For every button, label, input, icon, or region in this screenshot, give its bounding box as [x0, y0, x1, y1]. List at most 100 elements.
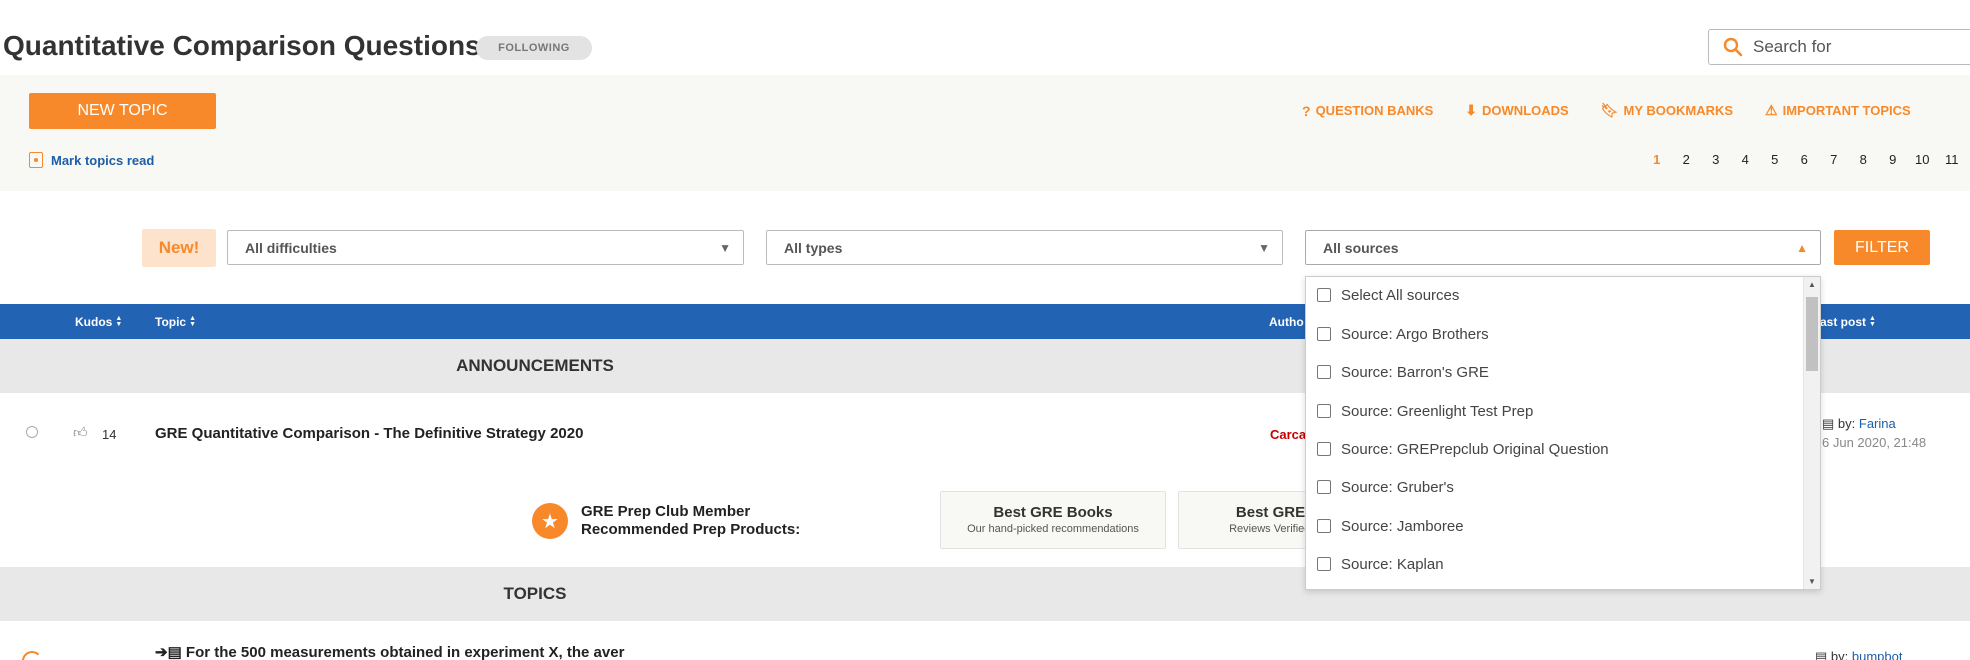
table-row: ➔▤ For the 500 measurements obtained in …	[0, 621, 1970, 660]
chevron-down-icon: ▼	[719, 241, 731, 255]
downloads-label: DOWNLOADS	[1482, 103, 1569, 118]
source-option[interactable]: Source: Jamboree	[1317, 516, 1464, 536]
nav-links: ? QUESTION BANKS ⬇ DOWNLOADS 🔖︎ MY BOOKM…	[1302, 102, 1911, 119]
bookmark-icon: 🔖︎	[1600, 102, 1619, 118]
page-title: Quantitative Comparison Questions	[3, 30, 481, 61]
sort-icon: ▲ ▼	[1869, 315, 1876, 328]
page-link-9[interactable]: 9	[1878, 152, 1908, 167]
source-option[interactable]: Source: Argo Brothers	[1317, 324, 1489, 344]
page-link-4[interactable]: 4	[1731, 152, 1761, 167]
difficulty-select[interactable]: All difficulties ▼	[227, 230, 744, 265]
option-label: Source: Gruber's	[1341, 478, 1454, 496]
checkbox[interactable]	[1317, 519, 1331, 533]
chevron-up-icon: ▲	[1796, 241, 1808, 255]
card-subtitle: Our hand-picked recommendations	[967, 523, 1139, 535]
last-post-prefix: by:	[1837, 416, 1856, 431]
star-icon: ★	[532, 503, 568, 539]
sort-icon: ▲ ▼	[189, 315, 197, 328]
following-button[interactable]: FOLLOWING	[476, 36, 592, 60]
page-link-10[interactable]: 10	[1908, 152, 1938, 167]
topic-link[interactable]: GRE Quantitative Comparison - The Defini…	[155, 425, 583, 442]
new-badge: New!	[142, 229, 216, 267]
checkbox[interactable]	[1317, 288, 1331, 302]
document-icon	[29, 152, 43, 168]
last-post-by: ▤ by: bumpbot	[1815, 649, 1902, 660]
downloads-link[interactable]: ⬇ DOWNLOADS	[1465, 102, 1568, 119]
scroll-up-icon[interactable]: ▲	[1808, 280, 1816, 289]
kudos-column-header[interactable]: Kudos ▲ ▼	[75, 315, 122, 329]
mark-topics-read-label: Mark topics read	[51, 152, 155, 168]
checkbox[interactable]	[1317, 365, 1331, 379]
sort-icon: ▲ ▼	[115, 315, 123, 328]
kudos-count: 14	[102, 427, 117, 442]
dropdown-scrollbar[interactable]: ▲ ▼	[1803, 277, 1820, 589]
scroll-down-icon[interactable]: ▼	[1808, 577, 1816, 586]
topic-header-label: Topic	[155, 315, 187, 329]
last-post-by: ▤ by: Farina	[1822, 416, 1896, 432]
topic-link[interactable]: ➔▤ For the 500 measurements obtained in …	[155, 643, 624, 660]
search-input[interactable]	[1753, 37, 1970, 57]
question-banks-link[interactable]: ? QUESTION BANKS	[1302, 102, 1433, 119]
important-topics-link[interactable]: ⚠ IMPORTANT TOPICS	[1765, 102, 1911, 119]
option-label: Source: Greenlight Test Prep	[1341, 402, 1534, 420]
checkbox[interactable]	[1317, 442, 1331, 456]
page-link-5[interactable]: 5	[1760, 152, 1790, 167]
question-icon: ?	[1302, 102, 1311, 119]
author-header-label: Autho	[1269, 315, 1304, 329]
search-box[interactable]	[1708, 29, 1970, 65]
option-label: Source: Argo Brothers	[1341, 325, 1489, 343]
source-option[interactable]: Source: Greenlight Test Prep	[1317, 401, 1533, 421]
promo-line-2: Recommended Prep Products:	[581, 521, 801, 538]
checkbox[interactable]	[1317, 480, 1331, 494]
promo-line-1: GRE Prep Club Member	[581, 503, 751, 520]
checkbox[interactable]	[1317, 404, 1331, 418]
search-icon	[1723, 37, 1743, 57]
filter-button[interactable]: FILTER	[1834, 230, 1930, 265]
page-link-2[interactable]: 2	[1672, 152, 1702, 167]
last-post-user-link[interactable]: bumpbot	[1852, 649, 1903, 660]
page-link-6[interactable]: 6	[1790, 152, 1820, 167]
pagination: 1 2 3 4 5 6 7 8 9 10 11	[1642, 152, 1967, 167]
mark-topics-read-link[interactable]: Mark topics read	[29, 152, 154, 168]
last-post-column-header[interactable]: ast post ▲ ▼	[1820, 315, 1876, 329]
kudos-header-label: Kudos	[75, 315, 113, 329]
last-post-prefix: by:	[1830, 649, 1849, 660]
source-option[interactable]: Source: Barron's GRE	[1317, 362, 1489, 382]
last-post-header-label: ast post	[1820, 315, 1867, 329]
sources-value: All sources	[1323, 239, 1399, 256]
author-column-header[interactable]: Autho	[1269, 315, 1304, 329]
sources-select[interactable]: All sources ▲	[1305, 230, 1821, 265]
last-post-icon: ▤	[1822, 416, 1835, 431]
checkbox[interactable]	[1317, 327, 1331, 341]
checkbox[interactable]	[1317, 557, 1331, 571]
page-link-8[interactable]: 8	[1849, 152, 1879, 167]
types-select[interactable]: All types ▼	[766, 230, 1283, 265]
chevron-down-icon: ▼	[1258, 241, 1270, 255]
topic-column-header[interactable]: Topic ▲ ▼	[155, 315, 196, 329]
author-link[interactable]: Carca	[1270, 427, 1306, 442]
toolbar: NEW TOPIC ? QUESTION BANKS ⬇ DOWNLOADS 🔖…	[0, 75, 1970, 191]
types-value: All types	[784, 239, 843, 256]
warning-icon: ⚠	[1765, 102, 1778, 118]
my-bookmarks-link[interactable]: 🔖︎ MY BOOKMARKS	[1601, 102, 1733, 119]
page-link-7[interactable]: 7	[1819, 152, 1849, 167]
question-banks-label: QUESTION BANKS	[1315, 103, 1434, 118]
option-label: Select All sources	[1341, 286, 1460, 304]
best-gre-books-card[interactable]: Best GRE Books Our hand-picked recommend…	[940, 491, 1166, 549]
promo-text: GRE Prep Club Member Recommended Prep Pr…	[581, 503, 841, 539]
moved-topic-icon: ➔▤	[155, 644, 186, 660]
page-link-3[interactable]: 3	[1701, 152, 1731, 167]
topic-status-icon	[26, 426, 38, 438]
source-option[interactable]: Source: Gruber's	[1317, 477, 1454, 497]
source-option[interactable]: Source: GREPrepclub Original Question	[1317, 439, 1609, 459]
source-option[interactable]: Source: Kaplan	[1317, 554, 1444, 574]
scrollbar-thumb[interactable]	[1806, 297, 1818, 371]
last-post-user-link[interactable]: Farina	[1859, 416, 1896, 431]
page-link-11[interactable]: 11	[1937, 152, 1967, 167]
new-topic-button[interactable]: NEW TOPIC	[29, 93, 216, 129]
thumbs-up-icon: 👍︎	[73, 424, 88, 440]
last-post-icon: ▤	[1815, 649, 1828, 660]
sources-dropdown: Select All sources Source: Argo Brothers…	[1305, 276, 1821, 590]
page-link-1[interactable]: 1	[1642, 152, 1672, 167]
source-option-select-all[interactable]: Select All sources	[1317, 285, 1459, 305]
